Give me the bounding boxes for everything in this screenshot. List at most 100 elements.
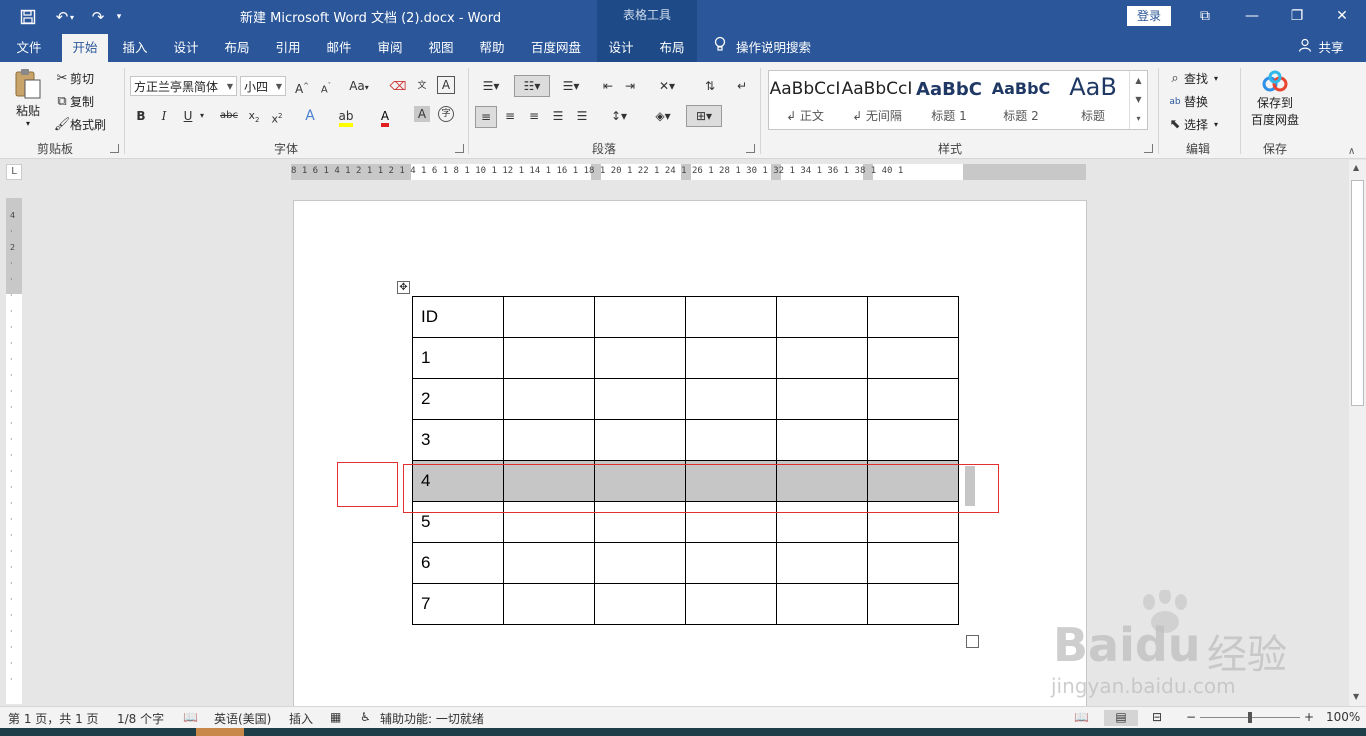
style-no-spacing[interactable]: AaBbCcI ↲ 无间隔: [841, 71, 913, 129]
font-launcher-icon[interactable]: [455, 144, 464, 153]
table-cell[interactable]: [867, 296, 959, 338]
language-indicator[interactable]: 英语(美国): [214, 710, 271, 727]
select-button[interactable]: ⬉ 选择 ▾: [1166, 116, 1218, 133]
login-button[interactable]: 登录: [1127, 6, 1171, 26]
tab-home[interactable]: 开始: [62, 34, 108, 62]
table-cell[interactable]: [685, 296, 777, 338]
save-to-baidu-button[interactable]: 保存到 百度网盘: [1246, 70, 1304, 128]
find-button[interactable]: ⌕ 查找 ▾: [1166, 70, 1218, 87]
minimize-icon[interactable]: —: [1240, 5, 1264, 27]
table-cell[interactable]: [776, 583, 868, 625]
table-cell[interactable]: [503, 542, 595, 584]
style-heading-2[interactable]: AaBbC 标题 2: [985, 71, 1057, 129]
table-row[interactable]: 6: [412, 542, 959, 584]
undo-dropdown-icon[interactable]: ▾: [66, 7, 78, 27]
grow-font-icon[interactable]: A^: [292, 76, 312, 96]
redo-icon[interactable]: ↷: [84, 7, 112, 27]
bullets-icon[interactable]: ☰▾: [476, 76, 506, 96]
table-row[interactable]: ID: [412, 296, 959, 338]
zoom-level[interactable]: 100%: [1326, 710, 1360, 724]
table-cell[interactable]: [776, 296, 868, 338]
zoom-slider-thumb[interactable]: [1248, 712, 1252, 723]
styles-launcher-icon[interactable]: [1144, 144, 1153, 153]
style-normal[interactable]: AaBbCcI ↲ 正文: [769, 71, 841, 129]
numbering-icon[interactable]: ☷▾: [514, 75, 550, 97]
style-heading-1[interactable]: AaBbC 标题 1: [913, 71, 985, 129]
distributed-icon[interactable]: ☰: [572, 106, 592, 126]
tab-layout[interactable]: 布局: [216, 34, 258, 62]
page-count[interactable]: 第 1 页，共 1 页: [8, 710, 99, 727]
table-cell[interactable]: [594, 419, 686, 461]
macro-icon[interactable]: ▦: [330, 710, 341, 724]
print-layout-icon[interactable]: ▤: [1104, 710, 1138, 726]
tab-view[interactable]: 视图: [420, 34, 462, 62]
table-cell[interactable]: [503, 419, 595, 461]
tab-baidu-netdisk[interactable]: 百度网盘: [524, 34, 588, 62]
shrink-font-icon[interactable]: Aˇ: [316, 76, 336, 96]
sort-icon[interactable]: ⇅: [700, 76, 720, 96]
table-cell[interactable]: [776, 378, 868, 420]
table-cell[interactable]: [776, 419, 868, 461]
align-left-icon[interactable]: ≡: [475, 106, 497, 128]
paste-button[interactable]: 粘贴 ▾: [10, 68, 46, 138]
table-cell[interactable]: [867, 419, 959, 461]
table-cell[interactable]: [594, 378, 686, 420]
qat-dropdown-icon[interactable]: ▾: [112, 7, 126, 27]
table-cell[interactable]: [867, 337, 959, 379]
zoom-out-button[interactable]: −: [1186, 710, 1196, 724]
taskbar-app[interactable]: [196, 728, 244, 736]
cut-button[interactable]: ✂ 剪切: [54, 70, 94, 87]
vertical-scrollbar[interactable]: ▲ ▼: [1349, 160, 1366, 706]
line-spacing-icon[interactable]: ↕▾: [604, 106, 634, 126]
tell-me-search[interactable]: 操作说明搜索: [736, 34, 814, 62]
table-move-handle-icon[interactable]: ✥: [397, 281, 410, 294]
horizontal-ruler[interactable]: 8 1 6 1 4 1 2 1 1 2 1 4 1 6 1 8 1 10 1 1…: [291, 164, 1086, 180]
font-size-select[interactable]: 小四 ▼: [240, 76, 286, 96]
table-cell[interactable]: 3: [412, 419, 504, 461]
table-row[interactable]: 2: [412, 378, 959, 420]
tab-references[interactable]: 引用: [267, 34, 309, 62]
read-mode-icon[interactable]: 📖: [1074, 710, 1089, 724]
phonetic-guide-icon[interactable]: 文: [412, 76, 432, 96]
table-cell[interactable]: 2: [412, 378, 504, 420]
show-marks-icon[interactable]: ↵: [732, 76, 752, 96]
chinese-layout-icon[interactable]: ✕▾: [652, 76, 682, 96]
align-right-icon[interactable]: ≡: [524, 106, 544, 126]
tab-selector[interactable]: L: [6, 164, 22, 180]
vertical-ruler[interactable]: 4 · 2 · · · · · · · · · · · · · · · · · · · · · · · · · · ·: [6, 198, 22, 704]
word-count[interactable]: 1/8 个字: [117, 710, 164, 727]
table-cell[interactable]: [594, 542, 686, 584]
clipboard-launcher-icon[interactable]: [110, 144, 119, 153]
proofing-icon[interactable]: 📖: [183, 710, 198, 724]
tab-table-design[interactable]: 设计: [600, 34, 642, 62]
underline-icon[interactable]: U: [178, 106, 198, 126]
table-cell[interactable]: [685, 542, 777, 584]
table-cell[interactable]: [503, 337, 595, 379]
tab-insert[interactable]: 插入: [114, 34, 156, 62]
clear-format-icon[interactable]: ⌫: [388, 76, 408, 96]
ribbon-display-options-icon[interactable]: ⧉: [1193, 5, 1217, 27]
table-cell[interactable]: [776, 337, 868, 379]
italic-icon[interactable]: I: [154, 106, 174, 126]
table-cell[interactable]: 6: [412, 542, 504, 584]
align-center-icon[interactable]: ≡: [500, 106, 520, 126]
table-cell[interactable]: [594, 583, 686, 625]
maximize-icon[interactable]: ❐: [1285, 5, 1309, 27]
table-cell[interactable]: [503, 583, 595, 625]
enclose-characters-icon[interactable]: 字: [438, 106, 454, 122]
table-cell[interactable]: [867, 378, 959, 420]
borders-icon[interactable]: ⊞▾: [686, 105, 722, 127]
copy-button[interactable]: ⧉ 复制: [54, 93, 94, 110]
superscript-icon[interactable]: x2: [267, 106, 287, 126]
table-cell[interactable]: [776, 542, 868, 584]
replace-button[interactable]: ab 替换: [1166, 93, 1208, 110]
character-border-icon[interactable]: A: [437, 76, 455, 94]
share-button[interactable]: 共享: [1316, 34, 1346, 62]
table-row[interactable]: 1: [412, 337, 959, 379]
paragraph-launcher-icon[interactable]: [746, 144, 755, 153]
tab-mailings[interactable]: 邮件: [318, 34, 360, 62]
subscript-icon[interactable]: x2: [244, 106, 264, 126]
scroll-up-icon[interactable]: ▲: [1353, 163, 1359, 172]
table-row[interactable]: 3: [412, 419, 959, 461]
close-icon[interactable]: ✕: [1330, 5, 1354, 27]
